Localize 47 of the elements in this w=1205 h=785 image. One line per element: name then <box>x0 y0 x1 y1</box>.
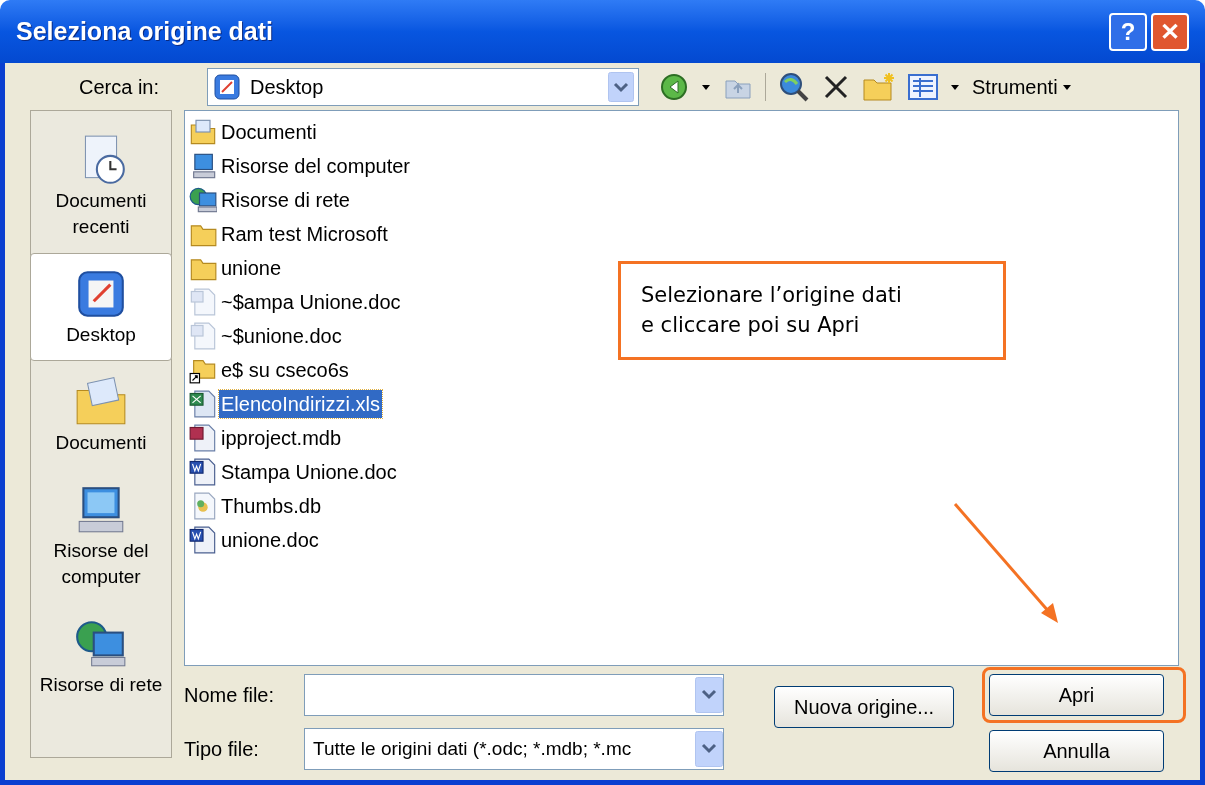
file-list-item[interactable]: ~$ampa Unione.doc <box>219 288 403 316</box>
document-icon <box>189 526 217 554</box>
cancel-button[interactable]: Annulla <box>989 730 1164 772</box>
tools-menu-button[interactable]: Strumenti <box>972 71 1072 102</box>
desktop-icon <box>212 71 242 102</box>
document-icon <box>189 322 217 350</box>
file-name-label: Nome file: <box>184 683 276 708</box>
document-icon <box>189 458 217 486</box>
file-type-dropdown[interactable]: Tutte le origini dati (*.odc; *.mdb; *.mc <box>304 728 724 770</box>
file-name-field[interactable] <box>304 674 724 716</box>
places-item[interactable]: Documenti recenti <box>30 119 172 253</box>
file-list-item[interactable]: unione <box>219 254 284 282</box>
file-list-item[interactable]: Stampa Unione.doc <box>219 458 399 486</box>
file-list-item[interactable]: Risorse del computer <box>219 152 412 180</box>
file-list-item[interactable]: Ram test Microsoft <box>219 220 390 248</box>
file-list-item[interactable]: e$ su cseco6s <box>219 356 351 384</box>
file-list-item[interactable]: unione.doc <box>219 526 321 554</box>
look-in-label: Cerca in: <box>77 74 160 100</box>
file-list-item[interactable]: Risorse di rete <box>219 186 352 214</box>
close-button[interactable]: ✕ <box>1151 12 1189 51</box>
caret-icon[interactable] <box>950 82 960 91</box>
look-in-dropdown[interactable]: Desktop <box>207 67 639 106</box>
file-list-item[interactable]: Thumbs.db <box>219 492 324 520</box>
places-item[interactable]: Risorse di rete <box>30 603 172 711</box>
open-button[interactable]: Apri <box>989 674 1164 716</box>
callout-note: Selezionare l’origine dati e cliccare poi su Apri <box>618 261 1006 360</box>
places-item[interactable]: Documenti <box>30 361 172 469</box>
places-item[interactable]: Desktop <box>30 253 172 361</box>
file-list-item[interactable]: ElencoIndirizzi.xls <box>219 390 382 418</box>
back-icon[interactable] <box>659 71 689 102</box>
network-icon <box>189 186 217 214</box>
spreadsheet-icon <box>189 390 217 418</box>
new-source-button[interactable]: Nuova origine... <box>774 686 954 728</box>
view-icon[interactable] <box>908 73 938 100</box>
help-button[interactable]: ? <box>1109 12 1147 51</box>
database-icon <box>189 424 217 452</box>
file-type-label: Tipo file: <box>184 737 260 762</box>
document-folder-icon <box>189 118 217 146</box>
file-list-item[interactable]: ipproject.mdb <box>219 424 344 452</box>
caret-icon[interactable] <box>701 82 711 91</box>
search-web-icon[interactable] <box>778 70 810 103</box>
file-list-item[interactable]: Documenti <box>219 118 319 146</box>
file-list-item[interactable]: ~$unione.doc <box>219 322 344 350</box>
places-item[interactable]: Risorse del computer <box>30 469 172 603</box>
caret-icon <box>1061 82 1072 91</box>
document-icon <box>189 288 217 316</box>
window-title: Seleziona origine dati <box>16 15 274 47</box>
